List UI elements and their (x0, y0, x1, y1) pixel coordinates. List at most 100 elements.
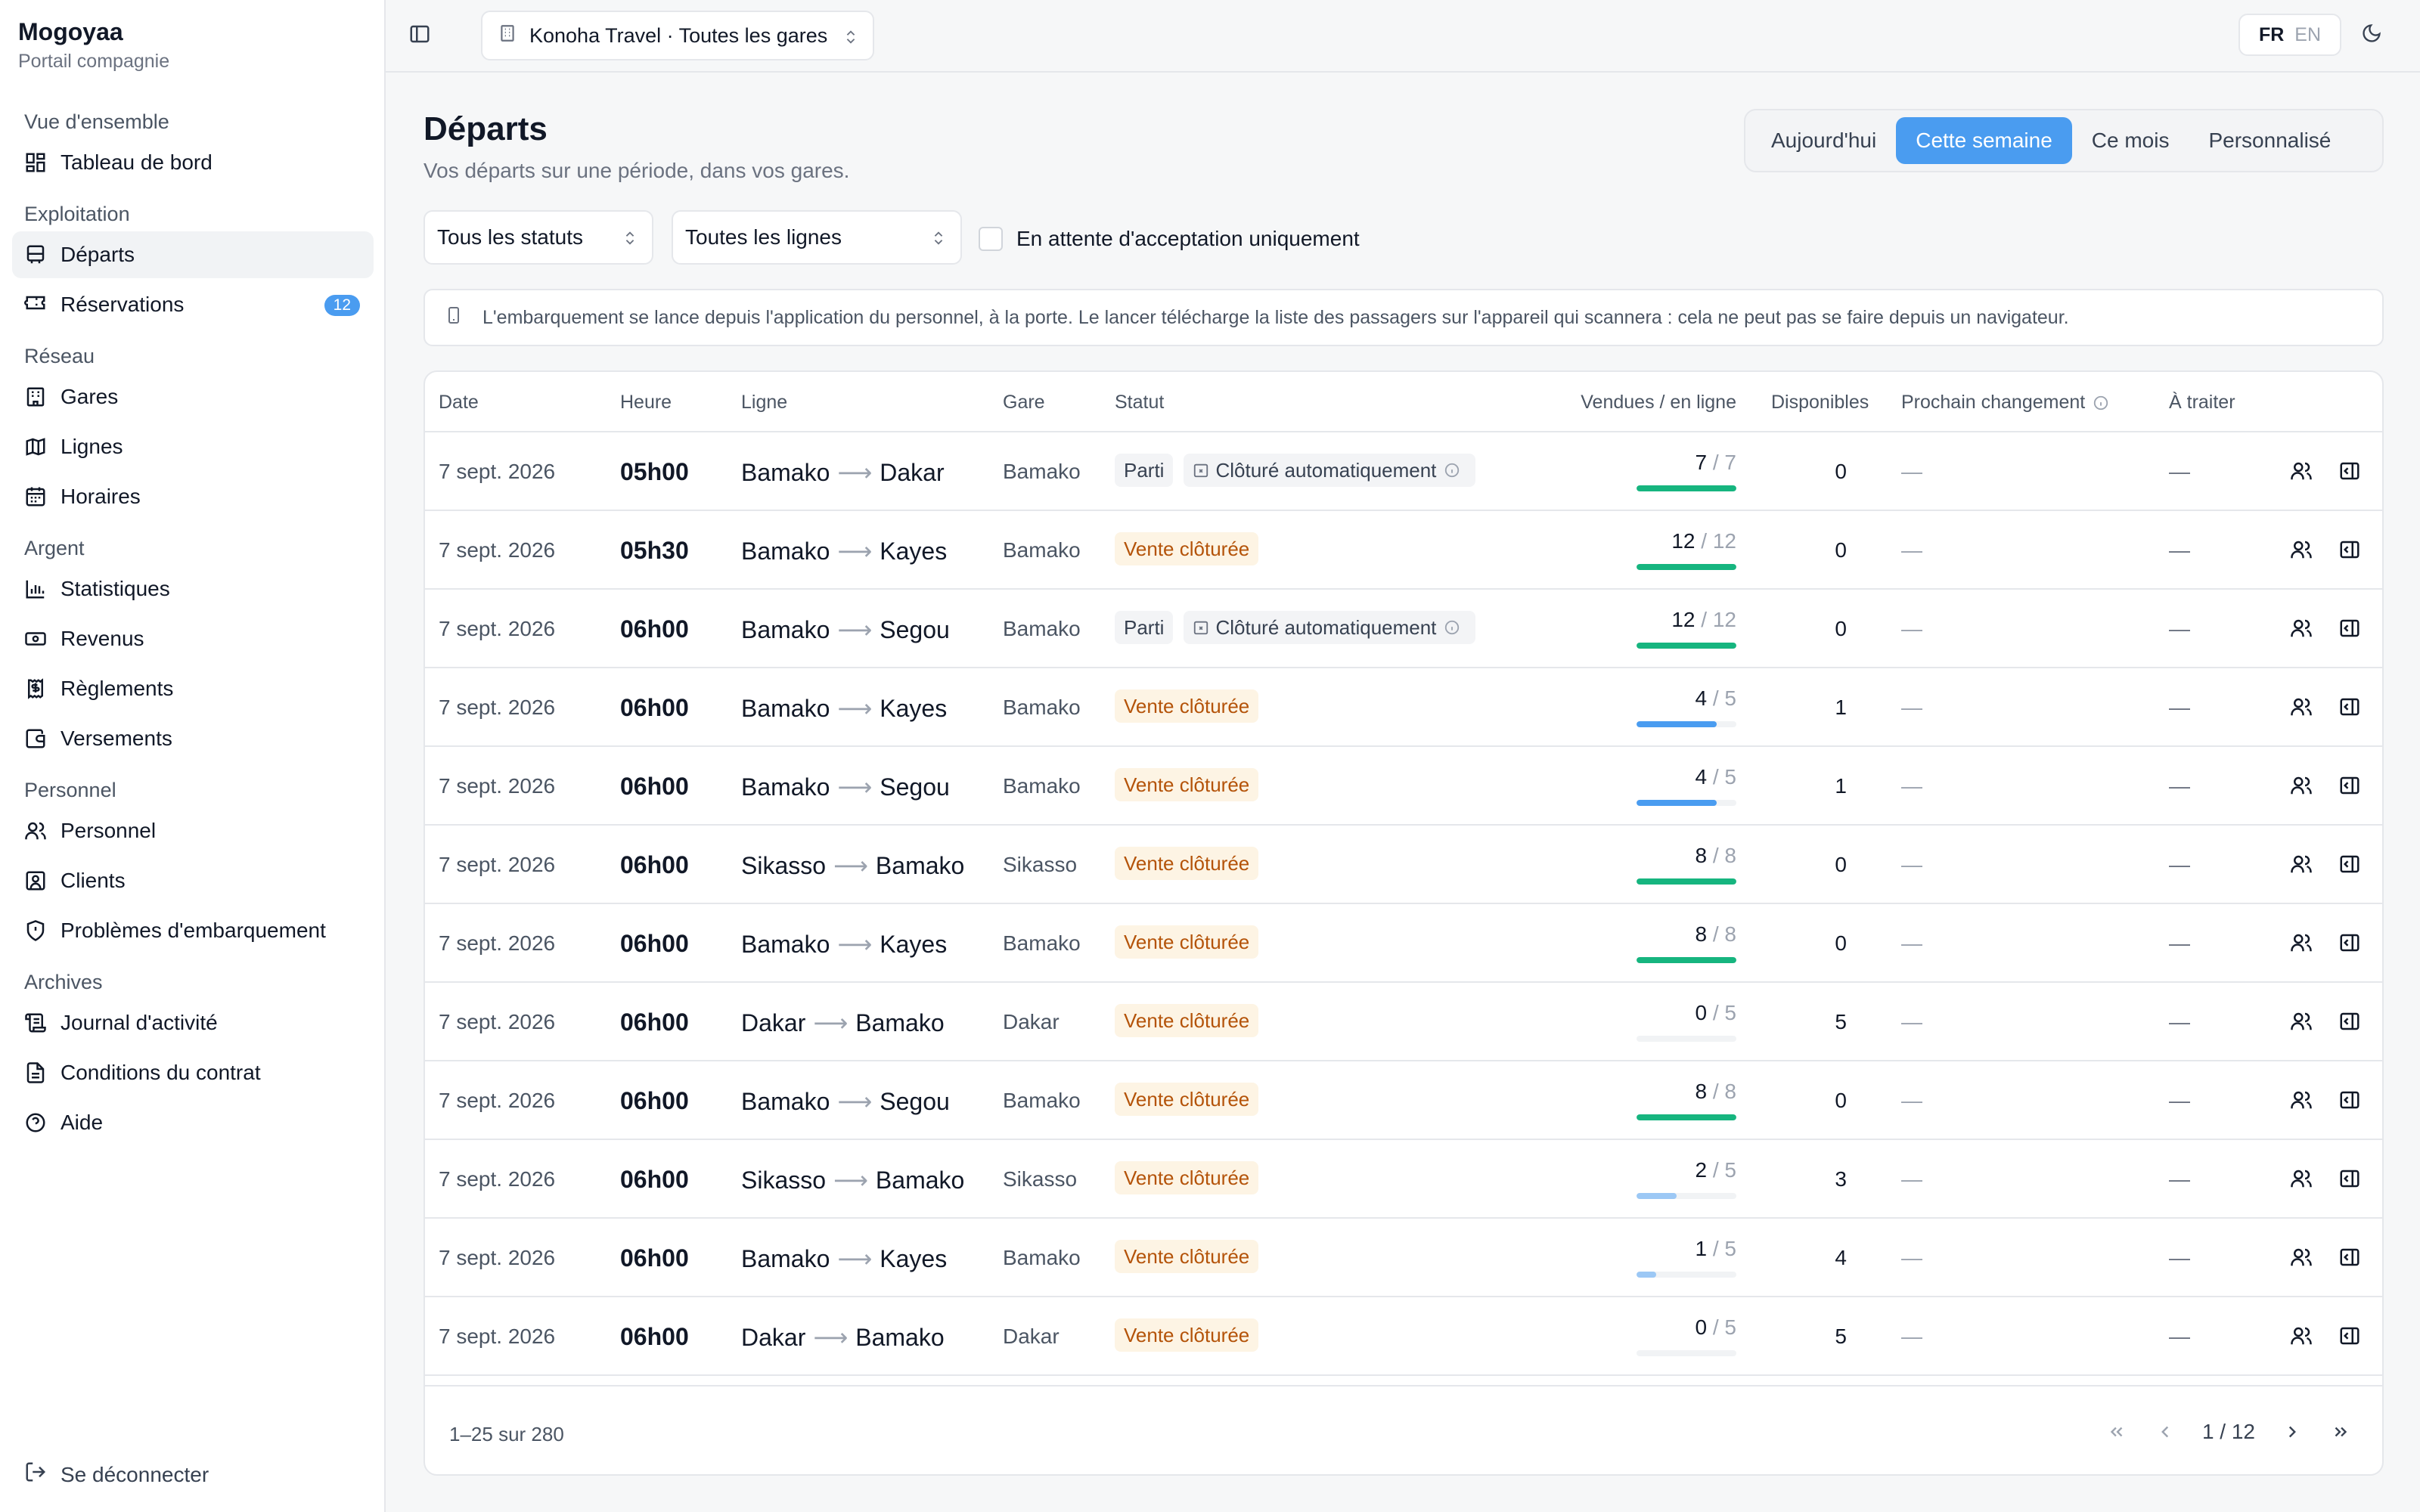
table-row[interactable]: 7 sept. 2026 06h00 Bamako ⟶ Segou Bamako P… (425, 590, 2382, 668)
open-detail-button[interactable] (2338, 1089, 2363, 1113)
sidebar-item-gares[interactable]: Gares (12, 373, 374, 420)
table-row[interactable]: 7 sept. 2026 06h00 Dakar ⟶ Bamako Dakar Ve… (425, 983, 2382, 1061)
table-row[interactable]: 7 sept. 2026 06h00 Dakar ⟶ Bamako Dakar Ve… (425, 1297, 2382, 1376)
open-detail-button[interactable] (2338, 1167, 2363, 1191)
table-row[interactable]: 7 sept. 2026 06h00 Bamako ⟶ Kayes Bamako V… (425, 1219, 2382, 1297)
table-row[interactable]: 7 sept. 2026 05h30 Bamako ⟶ Kayes Bamako V… (425, 511, 2382, 590)
passengers-button[interactable] (2290, 853, 2314, 877)
passengers-button[interactable] (2290, 1089, 2314, 1113)
next-change: — (1901, 1010, 1922, 1033)
lang-en-button[interactable]: EN (2294, 24, 2321, 46)
sold-count: 12 / 12 (1671, 529, 1736, 553)
table-row[interactable]: 7 sept. 2026 06h00 Sikasso ⟶ Bamako Sikass… (425, 1140, 2382, 1219)
sidebar-item-reglements[interactable]: Règlements (12, 665, 374, 712)
status-filter-select[interactable]: Tous les statuts (424, 210, 653, 265)
available-seats: 5 (1835, 1010, 1847, 1033)
sidebar-item-conditions-du-contrat[interactable]: Conditions du contrat (12, 1049, 374, 1096)
sidebar-item-horaires[interactable]: Horaires (12, 473, 374, 520)
info-icon[interactable] (1444, 462, 1466, 479)
passengers-button[interactable] (2290, 538, 2314, 562)
passengers-button[interactable] (2290, 1325, 2314, 1349)
pending-only-toggle[interactable]: En attente d'acceptation uniquement (979, 227, 1360, 251)
open-detail-button[interactable] (2338, 617, 2363, 641)
sold-value: 0 (1695, 1315, 1708, 1339)
first-page-button[interactable] (2105, 1421, 2128, 1443)
line-filter-select[interactable]: Toutes les lignes (672, 210, 962, 265)
passengers-button[interactable] (2290, 460, 2314, 484)
status-cell: Parti Clôturé automatiquement (1115, 611, 1476, 644)
company-station-select[interactable]: Konoha Travel · Toutes les gares (481, 11, 874, 60)
scroll-icon (24, 1012, 47, 1034)
sidebar-item-label: Clients (60, 869, 126, 892)
sold-progress-fill (1637, 800, 1717, 806)
route-destination: Kayes (880, 538, 948, 565)
sold-count: 7 / 7 (1695, 451, 1737, 474)
prev-page-button[interactable] (2154, 1421, 2176, 1443)
sidebar-item-clients[interactable]: Clients (12, 857, 374, 904)
sidebar-item-journal-d-activite[interactable]: Journal d'activité (12, 999, 374, 1046)
open-detail-button[interactable] (2338, 931, 2363, 956)
status-badge: Vente clôturée (1115, 1004, 1259, 1037)
next-page-button[interactable] (2281, 1421, 2304, 1443)
sidebar-item-problemes-d-embarquement[interactable]: Problèmes d'embarquement (12, 907, 374, 954)
sidebar-item-reservations[interactable]: Réservations 12 (12, 281, 374, 328)
logout-button[interactable]: Se déconnecter (24, 1461, 209, 1489)
table-row[interactable]: 7 sept. 2026 06h00 Sikasso ⟶ Bamako Sikass… (425, 826, 2382, 904)
online-total: 5 (1724, 1237, 1736, 1260)
departure-date: 7 sept. 2026 (439, 1167, 556, 1191)
online-total: 5 (1724, 1001, 1736, 1024)
info-icon[interactable] (2093, 395, 2109, 411)
status-badge: Parti (1115, 611, 1174, 644)
sidebar-item-aide[interactable]: Aide (12, 1099, 374, 1146)
calendar-icon (24, 485, 47, 508)
sold-progress-bar (1637, 643, 1736, 649)
passengers-button[interactable] (2290, 931, 2314, 956)
open-detail-button[interactable] (2338, 1325, 2363, 1349)
open-detail-button[interactable] (2338, 853, 2363, 877)
status-filter-value: Tous les statuts (437, 225, 583, 249)
open-detail-button[interactable] (2338, 1010, 2363, 1034)
last-page-button[interactable] (2329, 1421, 2352, 1443)
route-origin: Bamako (741, 1245, 830, 1272)
period-option[interactable]: Aujourd'hui (1751, 117, 1896, 164)
open-detail-button[interactable] (2338, 696, 2363, 720)
sidebar-item-departs[interactable]: Départs (12, 231, 374, 278)
table-row[interactable]: 7 sept. 2026 06h00 Bamako ⟶ Segou Bamako V… (425, 747, 2382, 826)
sidebar-item-label: Personnel (60, 819, 157, 842)
online-total: 5 (1724, 686, 1736, 710)
open-detail-button[interactable] (2338, 460, 2363, 484)
passengers-button[interactable] (2290, 1246, 2314, 1270)
lang-fr-button[interactable]: FR (2259, 24, 2284, 46)
sidebar-item-tableau-de-bord[interactable]: Tableau de bord (12, 139, 374, 186)
period-option[interactable]: Ce mois (2072, 117, 2189, 164)
available-seats: 0 (1835, 931, 1847, 955)
status-badge: Parti (1115, 454, 1174, 487)
info-icon[interactable] (1444, 619, 1466, 636)
period-option[interactable]: Cette semaine (1896, 117, 2072, 164)
open-detail-button[interactable] (2338, 774, 2363, 798)
theme-toggle-button[interactable] (2361, 23, 2388, 50)
passengers-button[interactable] (2290, 774, 2314, 798)
sidebar-item-revenus[interactable]: Revenus (12, 615, 374, 662)
passengers-button[interactable] (2290, 617, 2314, 641)
sidebar-item-statistiques[interactable]: Statistiques (12, 565, 374, 612)
table-row[interactable]: 7 sept. 2026 06h00 Bamako ⟶ Segou Bamako V… (425, 1061, 2382, 1140)
sidebar-toggle-button[interactable] (408, 23, 436, 50)
open-detail-button[interactable] (2338, 538, 2363, 562)
sidebar-item-personnel[interactable]: Personnel (12, 807, 374, 854)
passengers-button[interactable] (2290, 1167, 2314, 1191)
passengers-button[interactable] (2290, 1010, 2314, 1034)
period-option[interactable]: Personnalisé (2189, 117, 2350, 164)
arrow-right-icon: ⟶ (837, 1245, 873, 1272)
route-destination: Kayes (880, 1245, 948, 1272)
table-row[interactable]: 7 sept. 2026 06h00 Bamako ⟶ Kayes Bamako V… (425, 904, 2382, 983)
passengers-button[interactable] (2290, 696, 2314, 720)
table-row[interactable]: 7 sept. 2026 05h00 Bamako ⟶ Dakar Bamako P… (425, 432, 2382, 511)
pending-only-checkbox[interactable] (979, 227, 1003, 251)
sidebar-item-lignes[interactable]: Lignes (12, 423, 374, 470)
building-icon (24, 386, 47, 408)
table-row[interactable]: 7 sept. 2026 06h00 Bamako ⟶ Kayes Bamako V… (425, 668, 2382, 747)
calendar-x-icon (1193, 619, 1215, 636)
open-detail-button[interactable] (2338, 1246, 2363, 1270)
sidebar-item-versements[interactable]: Versements (12, 715, 374, 762)
